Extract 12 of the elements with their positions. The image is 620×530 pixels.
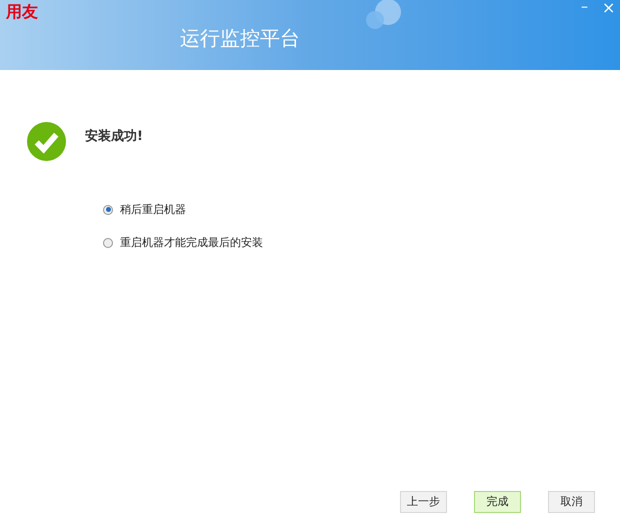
window-title: 运行监控平台	[180, 28, 300, 48]
radio-option[interactable]: 稍后重启机器	[103, 201, 620, 218]
success-heading: 安装成功!	[85, 128, 143, 146]
radio-option[interactable]: 重启机器才能完成最后的安装	[103, 234, 620, 251]
radio-button[interactable]	[103, 204, 113, 214]
bubble-drawing	[366, 0, 402, 30]
dialog-button[interactable]: 完成	[474, 491, 521, 513]
dialog-button[interactable]: 上一步	[400, 491, 447, 513]
logo: 用友	[6, 4, 38, 20]
dialog-button[interactable]: 取消	[548, 491, 595, 513]
check-icon	[27, 122, 66, 161]
radio-button[interactable]	[103, 238, 113, 248]
